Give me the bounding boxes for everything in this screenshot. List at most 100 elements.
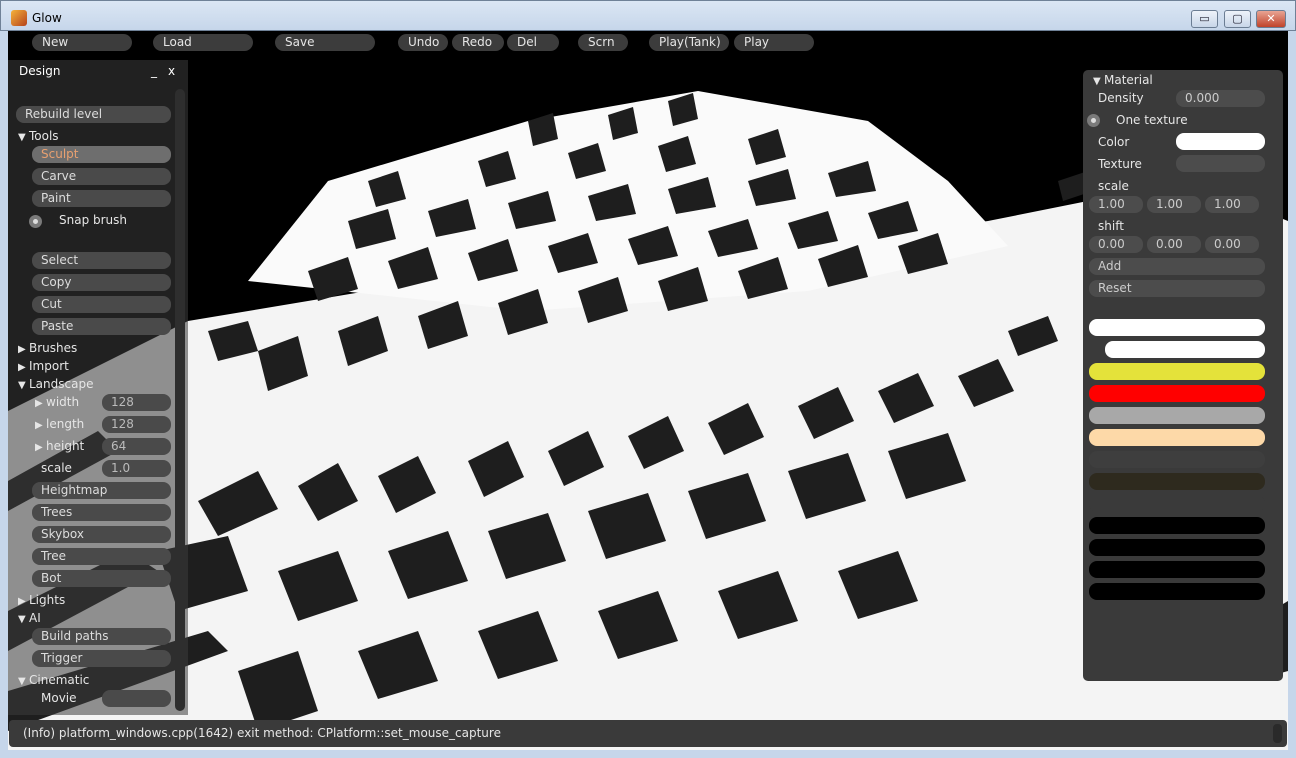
heightmap-button[interactable]: Heightmap <box>32 482 171 499</box>
window-title: Glow <box>32 11 62 25</box>
expand-down-icon: ▼ <box>18 676 26 687</box>
expand-down-icon: ▼ <box>18 614 26 625</box>
material-swatch[interactable] <box>1089 319 1265 336</box>
play-tank-button[interactable]: Play(Tank) <box>649 34 729 51</box>
color-label: Color <box>1098 135 1130 149</box>
shift-y-field[interactable]: 0.00 <box>1147 236 1201 253</box>
density-field[interactable]: 0.000 <box>1176 90 1265 107</box>
paste-button[interactable]: Paste <box>32 318 171 335</box>
close-button[interactable]: ✕ <box>1256 10 1286 28</box>
tools-label: Tools <box>29 129 59 143</box>
landscape-section[interactable]: ▼ Landscape <box>18 376 93 394</box>
material-swatch[interactable] <box>1089 495 1265 512</box>
select-button[interactable]: Select <box>32 252 171 269</box>
material-swatch[interactable] <box>1089 473 1265 490</box>
material-section[interactable]: ▼ Material <box>1093 72 1153 90</box>
bot-button[interactable]: Bot <box>32 570 171 587</box>
length-row[interactable]: ▶ length <box>35 416 84 434</box>
ai-section[interactable]: ▼ AI <box>18 610 41 628</box>
material-swatch[interactable] <box>1089 407 1265 424</box>
ai-label: AI <box>29 611 41 625</box>
rebuild-level-button[interactable]: Rebuild level <box>16 106 171 123</box>
shift-z-field[interactable]: 0.00 <box>1205 236 1259 253</box>
trigger-button[interactable]: Trigger <box>32 650 171 667</box>
panel-close-button[interactable]: x <box>168 64 175 78</box>
expand-right-icon: ▶ <box>18 362 26 373</box>
scale-field[interactable]: 1.0 <box>102 460 171 477</box>
save-button[interactable]: Save <box>275 34 375 51</box>
movie-label: Movie <box>41 691 77 705</box>
material-swatch[interactable] <box>1089 539 1265 556</box>
trees-button[interactable]: Trees <box>32 504 171 521</box>
copy-button[interactable]: Copy <box>32 274 171 291</box>
tools-section[interactable]: ▼ Tools <box>18 128 59 146</box>
add-button[interactable]: Add <box>1089 258 1265 275</box>
play-button[interactable]: Play <box>734 34 814 51</box>
panel-scrollbar[interactable] <box>175 89 185 711</box>
design-panel-title: Design <box>19 64 61 78</box>
expand-right-icon: ▶ <box>35 442 43 453</box>
reset-button[interactable]: Reset <box>1089 280 1265 297</box>
redo-button[interactable]: Redo <box>452 34 504 51</box>
color-field[interactable] <box>1176 133 1265 150</box>
panel-minimize-button[interactable]: _ <box>151 64 157 78</box>
texture-label: Texture <box>1098 157 1142 171</box>
material-swatch[interactable] <box>1089 517 1265 534</box>
material-label: Material <box>1104 73 1153 87</box>
maximize-button[interactable]: ▢ <box>1224 10 1251 28</box>
delete-button[interactable]: Del <box>507 34 559 51</box>
length-label: length <box>46 417 85 431</box>
height-row[interactable]: ▶ height <box>35 438 84 456</box>
one-texture-label: One texture <box>1116 113 1188 127</box>
material-swatch[interactable] <box>1089 451 1265 468</box>
material-swatch[interactable] <box>1089 561 1265 578</box>
height-label: height <box>46 439 85 453</box>
brushes-section[interactable]: ▶ Brushes <box>18 340 77 358</box>
scale-label: scale <box>41 461 72 475</box>
texture-field[interactable] <box>1176 155 1265 172</box>
title-bar[interactable]: Glow ▭ ▢ ✕ <box>0 0 1296 31</box>
material-swatch[interactable] <box>1089 363 1265 380</box>
scale-label: scale <box>1098 179 1129 193</box>
import-section[interactable]: ▶ Import <box>18 358 69 376</box>
lights-label: Lights <box>29 593 66 607</box>
screenshot-button[interactable]: Scrn <box>578 34 628 51</box>
length-field[interactable]: 128 <box>102 416 171 433</box>
height-field[interactable]: 64 <box>102 438 171 455</box>
build-paths-button[interactable]: Build paths <box>32 628 171 645</box>
minimize-button[interactable]: ▭ <box>1191 10 1218 28</box>
movie-field[interactable] <box>102 690 171 707</box>
carve-tool-button[interactable]: Carve <box>32 168 171 185</box>
snap-brush-radio[interactable] <box>29 215 42 228</box>
skybox-button[interactable]: Skybox <box>32 526 171 543</box>
undo-button[interactable]: Undo <box>398 34 448 51</box>
cut-button[interactable]: Cut <box>32 296 171 313</box>
scale-x-field[interactable]: 1.00 <box>1089 196 1143 213</box>
sculpt-tool-button[interactable]: Sculpt <box>32 146 171 163</box>
material-swatch[interactable] <box>1089 583 1265 600</box>
width-row[interactable]: ▶ width <box>35 394 79 412</box>
paint-tool-button[interactable]: Paint <box>32 190 171 207</box>
material-swatch[interactable] <box>1089 429 1265 446</box>
expand-right-icon: ▶ <box>18 596 26 607</box>
new-button[interactable]: New <box>32 34 132 51</box>
window-frame-right <box>1288 31 1296 758</box>
material-panel: ▼ Material Density 0.000 One texture Colo… <box>1083 70 1283 681</box>
cinematic-section[interactable]: ▼ Cinematic <box>18 672 89 690</box>
scale-z-field[interactable]: 1.00 <box>1205 196 1259 213</box>
window-frame-bottom <box>0 750 1296 758</box>
shift-label: shift <box>1098 219 1124 233</box>
lights-section[interactable]: ▶ Lights <box>18 592 65 610</box>
load-button[interactable]: Load <box>153 34 253 51</box>
material-swatch[interactable] <box>1105 341 1265 358</box>
expand-right-icon: ▶ <box>35 398 43 409</box>
tree-button[interactable]: Tree <box>32 548 171 565</box>
scale-y-field[interactable]: 1.00 <box>1147 196 1201 213</box>
status-bar: (Info) platform_windows.cpp(1642) exit m… <box>9 720 1287 747</box>
material-swatch[interactable] <box>1089 385 1265 402</box>
one-texture-radio[interactable] <box>1087 114 1100 127</box>
width-field[interactable]: 128 <box>102 394 171 411</box>
status-scrollbar[interactable] <box>1273 724 1282 743</box>
shift-x-field[interactable]: 0.00 <box>1089 236 1143 253</box>
brushes-label: Brushes <box>29 341 78 355</box>
